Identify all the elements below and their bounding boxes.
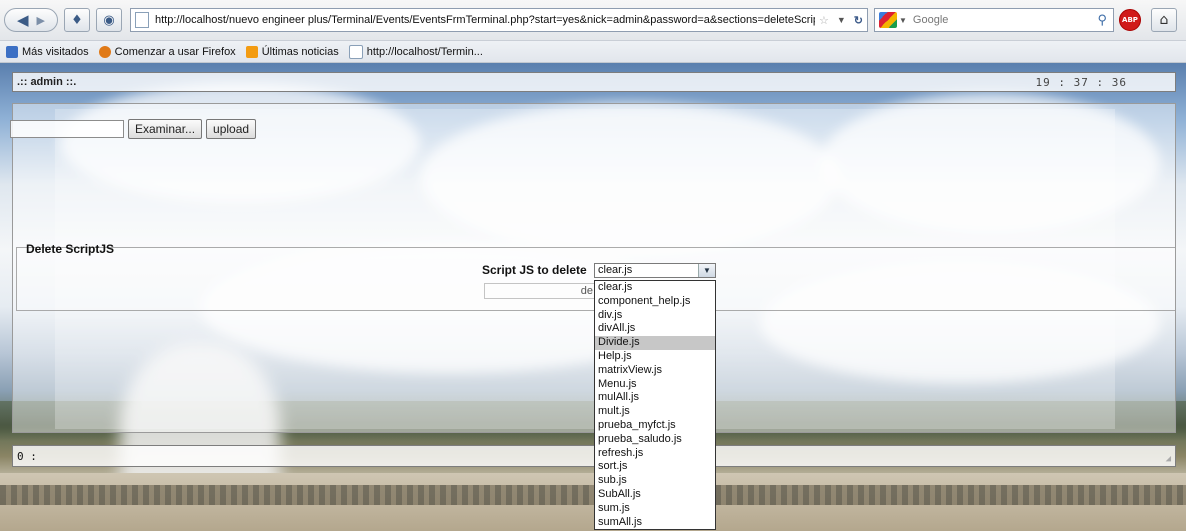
firefox-icon bbox=[98, 45, 111, 58]
bookmark-site-button[interactable]: ♦ bbox=[64, 8, 90, 32]
dropdown-option[interactable]: clear.js bbox=[595, 281, 715, 295]
script-select-value[interactable]: clear.js bbox=[598, 264, 632, 276]
home-icon: ⌂ bbox=[1159, 12, 1169, 28]
bookmarks-toolbar: Más visitados Comenzar a usar Firefox Úl… bbox=[0, 41, 1186, 63]
dropdown-option[interactable]: sum.js bbox=[595, 502, 715, 516]
dropdown-option[interactable]: mulAll.js bbox=[595, 391, 715, 405]
rss-icon bbox=[245, 45, 258, 58]
dropdown-option[interactable]: sumAll.js bbox=[595, 516, 715, 530]
bookmark-label: Más visitados bbox=[22, 45, 89, 58]
bookmark-label: Comenzar a usar Firefox bbox=[114, 45, 236, 58]
dropdown-option[interactable]: Help.js bbox=[595, 350, 715, 364]
bottom-trees-background bbox=[0, 485, 1186, 505]
bookmark-firefox[interactable]: Comenzar a usar Firefox bbox=[98, 45, 236, 58]
search-placeholder[interactable]: Google bbox=[907, 14, 1098, 26]
search-engine-dropdown-icon[interactable]: ▼ bbox=[899, 16, 907, 25]
dropdown-option[interactable]: refresh.js bbox=[595, 447, 715, 461]
delete-button[interactable]: de bbox=[484, 283, 596, 299]
home-button[interactable]: ⌂ bbox=[1151, 8, 1177, 32]
ear-icon: ♦ bbox=[71, 12, 83, 28]
back-forward-buttons[interactable]: ◀ ▶ bbox=[4, 8, 58, 32]
dropdown-option[interactable]: divAll.js bbox=[595, 322, 715, 336]
page-icon bbox=[348, 44, 363, 59]
search-icon[interactable]: ⚲ bbox=[1097, 12, 1107, 28]
most-visited-icon bbox=[6, 45, 18, 58]
upload-form: Examinar... upload bbox=[10, 119, 257, 139]
back-arrow-icon[interactable]: ◀ bbox=[17, 11, 29, 29]
dropdown-option[interactable]: component_help.js bbox=[595, 295, 715, 309]
header-bar: .:: admin ::. 19 : 37 : 36 bbox=[12, 72, 1176, 92]
bookmark-localhost[interactable]: http://localhost/Termin... bbox=[348, 44, 483, 59]
script-select-label: Script JS to delete bbox=[482, 263, 587, 277]
script-dropdown-list[interactable]: clear.js component_help.js div.js divAll.js… bbox=[594, 280, 716, 531]
url-text[interactable]: http://localhost/nuevo engineer plus/Ter… bbox=[155, 14, 815, 26]
url-bar[interactable]: http://localhost/nuevo engineer plus/Ter… bbox=[130, 8, 868, 32]
google-icon[interactable] bbox=[879, 12, 897, 28]
user-label: .:: admin ::. bbox=[17, 76, 77, 88]
bookmark-news[interactable]: Últimas noticias bbox=[245, 45, 339, 58]
dropdown-option[interactable]: SubAll.js bbox=[595, 488, 715, 502]
delete-button-label: de bbox=[580, 285, 593, 297]
resize-grip-icon[interactable]: ◢ bbox=[1166, 454, 1171, 464]
dropdown-option[interactable]: Divide.js bbox=[595, 336, 715, 350]
bookmark-label: Últimas noticias bbox=[261, 45, 339, 58]
dropdown-option[interactable]: sort.js bbox=[595, 460, 715, 474]
globe-icon: ◉ bbox=[103, 12, 115, 28]
dropdown-option[interactable]: mult.js bbox=[595, 405, 715, 419]
upload-button[interactable]: upload bbox=[206, 119, 257, 139]
delete-section-title: Delete ScriptJS bbox=[26, 242, 115, 256]
adblock-label: ABP bbox=[1122, 16, 1138, 24]
script-select[interactable]: clear.js ▼ bbox=[594, 263, 716, 278]
identity-button[interactable]: ◉ bbox=[96, 8, 122, 32]
dropdown-option[interactable]: prueba_myfct.js bbox=[595, 419, 715, 433]
reload-icon[interactable]: ↻ bbox=[854, 14, 863, 27]
search-bar[interactable]: ▼ Google ⚲ bbox=[874, 8, 1114, 32]
forward-arrow-icon[interactable]: ▶ bbox=[37, 14, 45, 27]
dropdown-option[interactable]: Menu.js bbox=[595, 378, 715, 392]
adblock-button[interactable]: ABP bbox=[1119, 9, 1141, 31]
file-path-input[interactable] bbox=[10, 120, 124, 138]
dropdown-option[interactable]: sub.js bbox=[595, 474, 715, 488]
chevron-down-icon[interactable]: ▼ bbox=[698, 264, 715, 277]
clock: 19 : 37 : 36 bbox=[1035, 76, 1127, 89]
bookmark-label: http://localhost/Termin... bbox=[366, 45, 483, 58]
history-dropdown-icon[interactable]: ▼ bbox=[837, 15, 846, 25]
page-icon bbox=[135, 12, 149, 28]
browser-toolbar: ◀ ▶ ♦ ◉ http://localhost/nuevo engineer … bbox=[0, 0, 1186, 41]
page-content: .:: admin ::. 19 : 37 : 36 Examinar... u… bbox=[0, 63, 1186, 531]
dropdown-option[interactable]: div.js bbox=[595, 309, 715, 323]
browse-button[interactable]: Examinar... bbox=[128, 119, 203, 139]
dropdown-option[interactable]: matrixView.js bbox=[595, 364, 715, 378]
star-icon[interactable]: ☆ bbox=[819, 14, 829, 27]
status-text: 0 : bbox=[17, 450, 37, 463]
dropdown-option[interactable]: prueba_saludo.js bbox=[595, 433, 715, 447]
bookmark-most-visited[interactable]: Más visitados bbox=[6, 45, 89, 58]
